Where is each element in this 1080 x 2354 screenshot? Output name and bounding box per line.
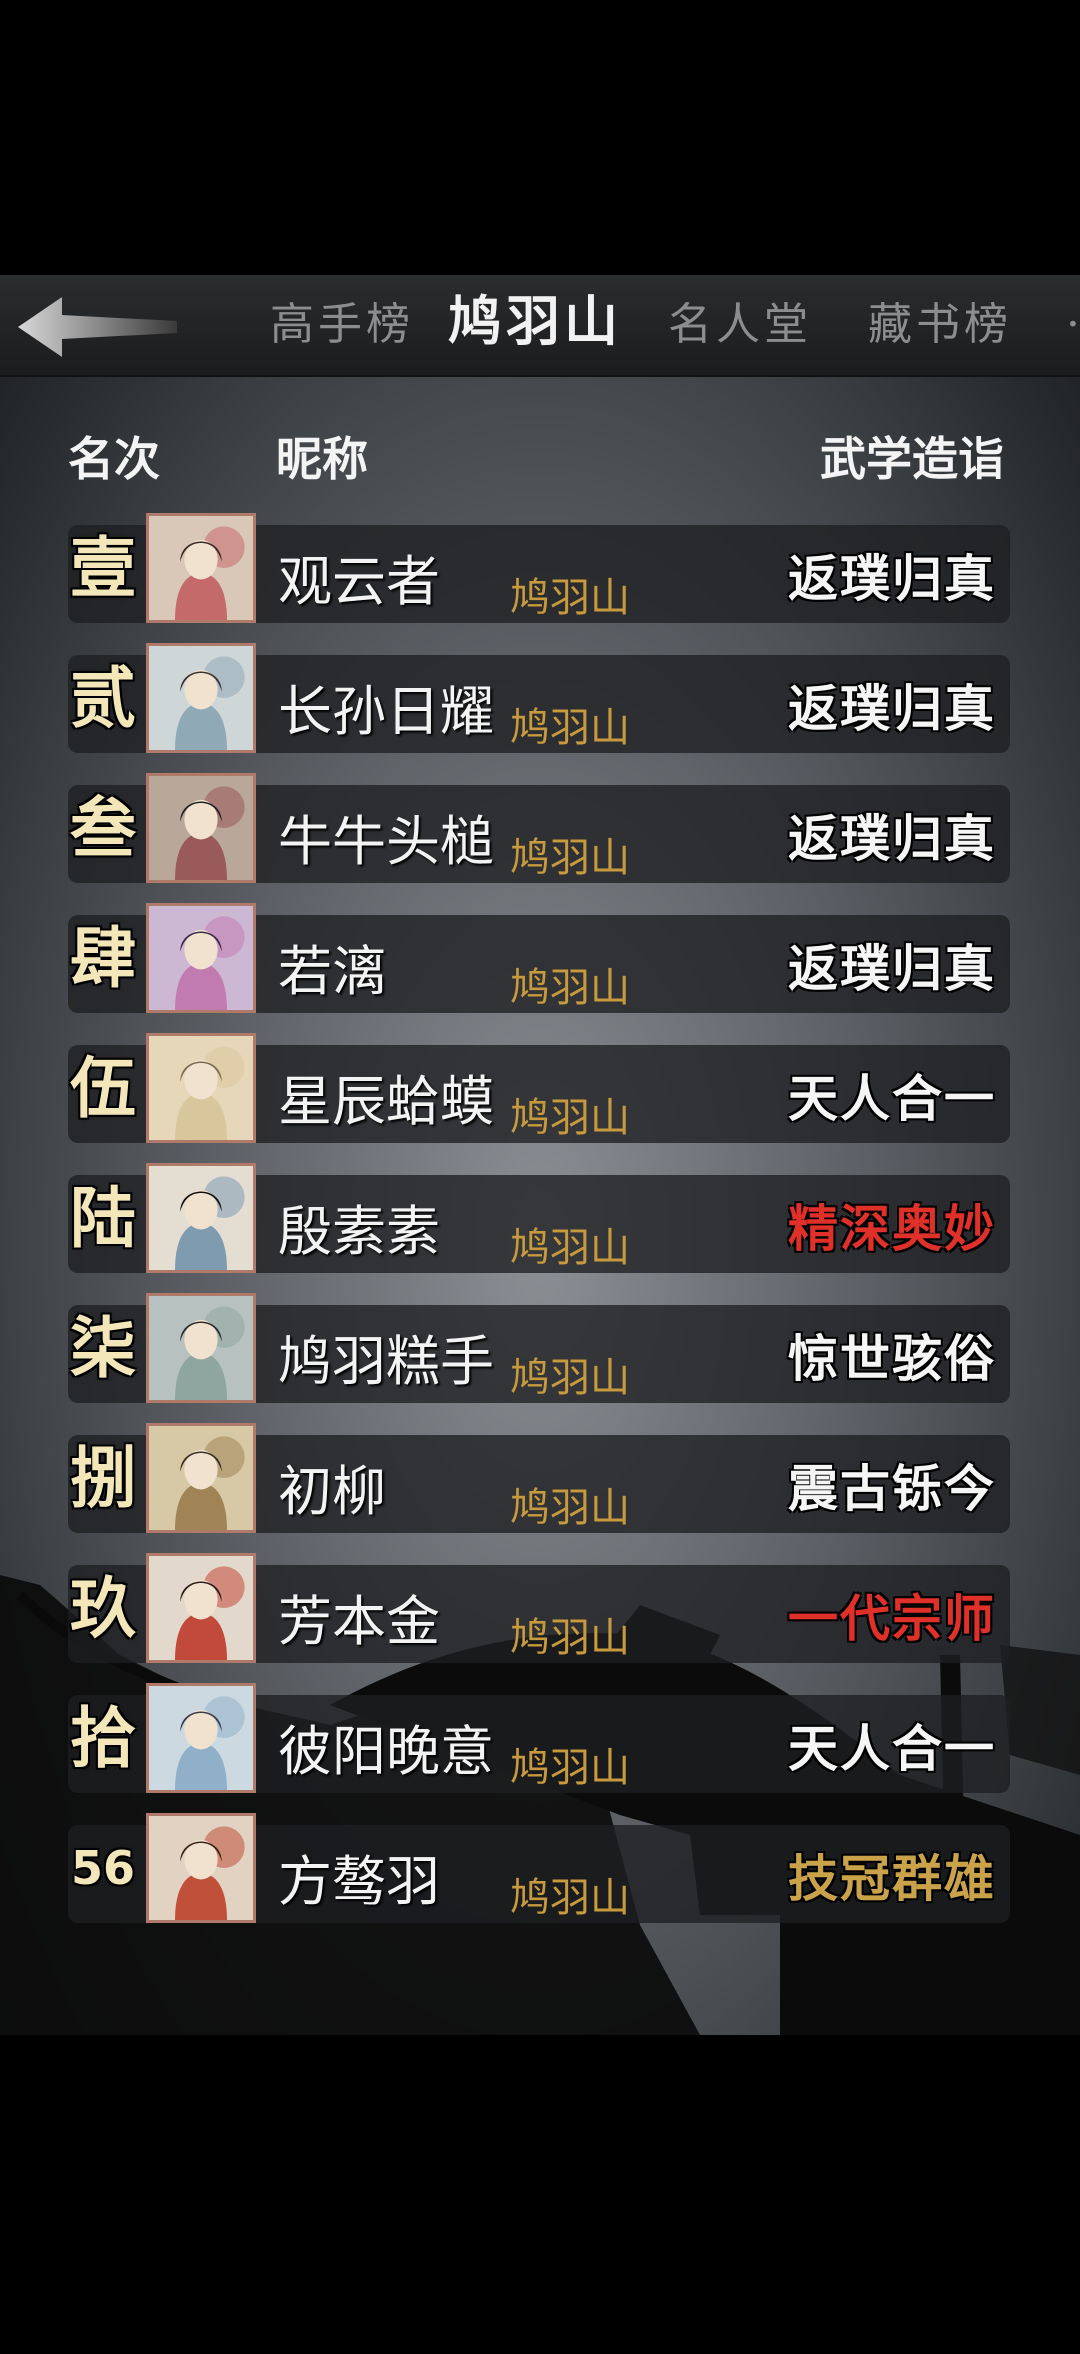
player-avatar[interactable] xyxy=(146,1553,256,1663)
player-avatar[interactable] xyxy=(146,1293,256,1403)
back-arrow-icon[interactable] xyxy=(12,293,182,361)
ranking-row[interactable]: 壹 观云者 鸠羽山 返璞归真 xyxy=(68,513,1010,623)
rank-label: 柒 xyxy=(70,1309,136,1387)
player-avatar[interactable] xyxy=(146,1423,256,1533)
skill-level: 惊世骇俗 xyxy=(788,1329,996,1388)
rank-label: 拾 xyxy=(70,1699,136,1777)
player-nickname: 鸠羽糕手 xyxy=(278,1330,494,1393)
player-nickname: 星辰蛤蟆 xyxy=(278,1070,494,1133)
player-sect: 鸠羽山 xyxy=(510,575,630,621)
player-avatar[interactable] xyxy=(146,773,256,883)
ranking-row[interactable]: 捌 初柳 鸠羽山 震古铄今 xyxy=(68,1423,1010,1533)
player-sect: 鸠羽山 xyxy=(510,1225,630,1271)
tab-more[interactable]: · xyxy=(1066,293,1080,357)
tab-masters-ranking[interactable]: 高手榜 xyxy=(270,293,414,357)
skill-level: 返璞归真 xyxy=(788,939,996,998)
rank-label: 捌 xyxy=(70,1439,136,1517)
skill-level: 返璞归真 xyxy=(788,679,996,738)
skill-level: 天人合一 xyxy=(788,1719,996,1778)
tab-sect-ranking[interactable]: 鸠羽山 xyxy=(448,289,622,353)
ranking-row[interactable]: 伍 星辰蛤蟆 鸠羽山 天人合一 xyxy=(68,1033,1010,1143)
rank-label: 肆 xyxy=(70,919,136,997)
skill-level: 精深奥妙 xyxy=(788,1199,996,1258)
tab-hall-of-fame[interactable]: 名人堂 xyxy=(668,293,812,357)
skill-level: 技冠群雄 xyxy=(788,1849,996,1908)
player-sect: 鸠羽山 xyxy=(510,1485,630,1531)
player-sect: 鸠羽山 xyxy=(510,1875,630,1921)
skill-level: 返璞归真 xyxy=(788,809,996,868)
skill-level: 一代宗师 xyxy=(788,1589,996,1648)
player-sect: 鸠羽山 xyxy=(510,965,630,1011)
header-rank: 名次 xyxy=(68,432,160,486)
player-avatar[interactable] xyxy=(146,1163,256,1273)
player-avatar[interactable] xyxy=(146,1813,256,1923)
rank-label: 叁 xyxy=(70,789,136,867)
header-skill-level: 武学造诣 xyxy=(820,432,1004,486)
ranking-row[interactable]: 56 方骜羽 鸠羽山 技冠群雄 xyxy=(68,1813,1010,1923)
player-avatar[interactable] xyxy=(146,643,256,753)
ranking-row[interactable]: 柒 鸠羽糕手 鸠羽山 惊世骇俗 xyxy=(68,1293,1010,1403)
rank-label: 贰 xyxy=(70,659,136,737)
player-nickname: 殷素素 xyxy=(278,1200,440,1263)
ranking-row[interactable]: 肆 若漓 鸠羽山 返璞归真 xyxy=(68,903,1010,1013)
player-nickname: 彼阳晚意 xyxy=(278,1720,494,1783)
player-sect: 鸠羽山 xyxy=(510,1355,630,1401)
player-avatar[interactable] xyxy=(146,1683,256,1793)
rank-label: 壹 xyxy=(70,529,136,607)
rank-label: 陆 xyxy=(70,1179,136,1257)
leaderboard-screen: 高手榜 鸠羽山 名人堂 藏书榜 · 名次 昵称 武学造诣 壹观云者鸠羽山返璞归真… xyxy=(0,275,1080,2035)
player-nickname: 长孙日耀 xyxy=(278,680,494,743)
player-avatar[interactable] xyxy=(146,1033,256,1143)
player-sect: 鸠羽山 xyxy=(510,1745,630,1791)
header-nickname: 昵称 xyxy=(276,432,368,486)
player-nickname: 初柳 xyxy=(278,1460,386,1523)
ranking-row[interactable]: 陆 殷素素 鸠羽山 精深奥妙 xyxy=(68,1163,1010,1273)
ranking-row[interactable]: 玖 芳本金 鸠羽山 一代宗师 xyxy=(68,1553,1010,1663)
top-nav-bar: 高手榜 鸠羽山 名人堂 藏书榜 · xyxy=(0,275,1080,377)
player-sect: 鸠羽山 xyxy=(510,835,630,881)
ranking-row[interactable]: 叁 牛牛头槌 鸠羽山 返璞归真 xyxy=(68,773,1010,883)
ranking-row[interactable]: 拾 彼阳晚意 鸠羽山 天人合一 xyxy=(68,1683,1010,1793)
player-sect: 鸠羽山 xyxy=(510,1095,630,1141)
player-sect: 鸠羽山 xyxy=(510,705,630,751)
skill-level: 震古铄今 xyxy=(788,1459,996,1518)
player-avatar[interactable] xyxy=(146,903,256,1013)
rank-label: 玖 xyxy=(70,1569,136,1647)
player-nickname: 若漓 xyxy=(278,940,386,1003)
player-nickname: 牛牛头槌 xyxy=(278,810,494,873)
rank-label: 56 xyxy=(70,1841,135,1895)
ranking-row[interactable]: 贰 长孙日耀 鸠羽山 返璞归真 xyxy=(68,643,1010,753)
player-sect: 鸠羽山 xyxy=(510,1615,630,1661)
skill-level: 天人合一 xyxy=(788,1069,996,1128)
rank-label: 伍 xyxy=(70,1049,136,1127)
player-nickname: 方骜羽 xyxy=(278,1850,440,1913)
tab-library-ranking[interactable]: 藏书榜 xyxy=(868,293,1012,357)
skill-level: 返璞归真 xyxy=(788,549,996,608)
player-avatar[interactable] xyxy=(146,513,256,623)
player-nickname: 芳本金 xyxy=(278,1590,440,1653)
player-nickname: 观云者 xyxy=(278,550,440,613)
